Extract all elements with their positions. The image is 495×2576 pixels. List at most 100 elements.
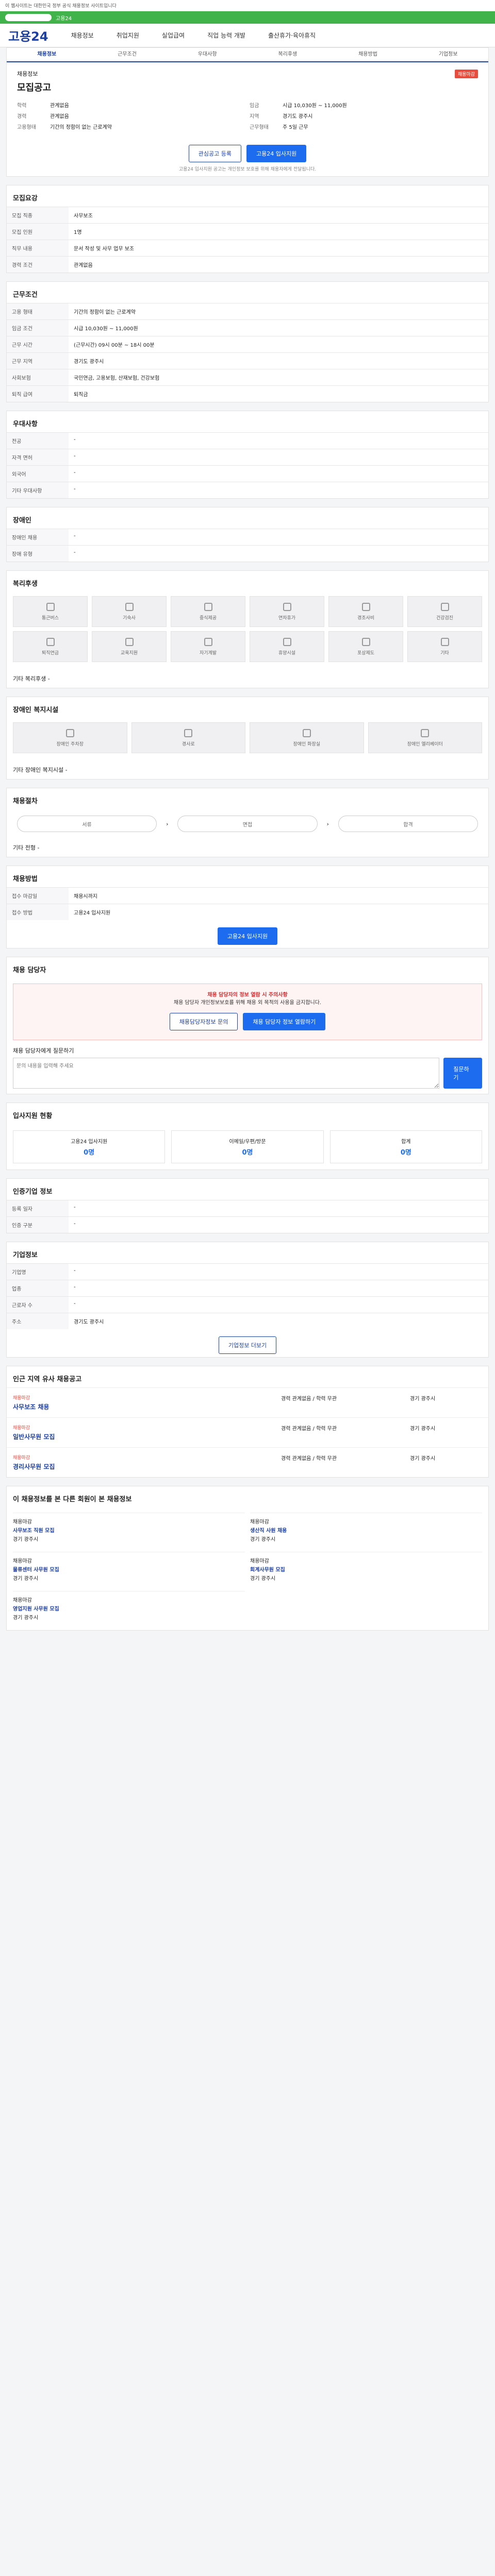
welfare-icon bbox=[204, 637, 212, 646]
question-submit-button[interactable]: 질문하기 bbox=[443, 1058, 482, 1089]
job-title[interactable]: 일반사무원 모집 bbox=[13, 1432, 276, 1441]
welfare-item: 교육지원 bbox=[92, 631, 167, 662]
banner-text: 고용24 bbox=[56, 15, 72, 22]
row-label: 업종 bbox=[7, 1280, 69, 1297]
welfare-label: 연차휴가 bbox=[278, 615, 296, 621]
tab-preference[interactable]: 우대사항 bbox=[167, 48, 248, 61]
recommend-item[interactable]: 채용마감 회계사무원 모집 경기 광주시 bbox=[250, 1552, 482, 1586]
summary-value: 관계없음 bbox=[50, 103, 69, 109]
job-location: 경기 광주시 bbox=[410, 1426, 436, 1432]
row-label: 모집 인원 bbox=[7, 223, 69, 240]
welfare-item: 기숙사 bbox=[92, 596, 167, 627]
interest-button[interactable]: 관심공고 등록 bbox=[188, 145, 241, 162]
facility-note: 기타 장애인 복지시설 - bbox=[13, 767, 68, 773]
chevron-right-icon: › bbox=[326, 820, 329, 827]
section-title: 채용방법 bbox=[13, 875, 38, 883]
summary-value: 경기도 광주시 bbox=[283, 114, 313, 120]
recommend-title[interactable]: 물류센터 사무원 모집 bbox=[13, 1565, 245, 1573]
row-label: 근무 지역 bbox=[7, 352, 69, 369]
row-label: 모집 직종 bbox=[7, 207, 69, 224]
tab-welfare[interactable]: 복리후생 bbox=[248, 48, 328, 61]
welfare-item: 기타 bbox=[407, 631, 482, 662]
summary-value: 주 5일 근무 bbox=[283, 125, 308, 130]
table-row: 퇴직 급여 퇴직금 bbox=[7, 385, 488, 402]
disability-section: 장애인 장애인 채용 - 장애 유형 - bbox=[6, 507, 489, 562]
row-value: - bbox=[69, 1216, 488, 1233]
info-section: 인증기업 정보 등록 일자 - 인증 구분 - bbox=[6, 1178, 489, 1233]
tab-recruit[interactable]: 채용정보 bbox=[7, 48, 87, 61]
recommend-item[interactable]: 채용마감 영업지원 사무원 모집 경기 광주시 bbox=[13, 1591, 245, 1625]
process-steps: 서류 › 면접 › 합격 bbox=[7, 809, 488, 838]
stat-box: 고용24 입사지원 0명 bbox=[13, 1130, 166, 1163]
section-title: 입사지원 현황 bbox=[13, 1112, 53, 1120]
row-value: - bbox=[69, 1296, 488, 1313]
table-row: 장애 유형 - bbox=[7, 545, 488, 562]
nav-benefit[interactable]: 실업급여 bbox=[162, 31, 185, 40]
banner-bar: 고용24 bbox=[0, 11, 495, 24]
section-title: 복리후생 bbox=[13, 580, 38, 588]
welfare-icon bbox=[125, 637, 134, 646]
welfare-item: 통근버스 bbox=[13, 596, 88, 627]
tab-method[interactable]: 채용방법 bbox=[328, 48, 408, 61]
job-row[interactable]: 채용마감 일반사무원 모집 경력 관계없음 / 학력 무관 경기 광주시 bbox=[7, 1417, 488, 1447]
site-logo[interactable]: 고용24 bbox=[8, 26, 48, 44]
recommend-title[interactable]: 회계사무원 모집 bbox=[250, 1565, 482, 1573]
section-title: 인증기업 정보 bbox=[13, 1188, 53, 1196]
tab-conditions[interactable]: 근무조건 bbox=[87, 48, 168, 61]
job-row[interactable]: 채용마감 경리사무원 모집 경력 관계없음 / 학력 무관 경기 광주시 bbox=[7, 1447, 488, 1477]
welfare-item: 건강검진 bbox=[407, 596, 482, 627]
recommend-item[interactable]: 채용마감 사무보조 직원 모집 경기 광주시 bbox=[13, 1513, 245, 1547]
stat-box: 합계 0명 bbox=[329, 1130, 482, 1163]
nav-jobs[interactable]: 채용정보 bbox=[71, 31, 94, 40]
alert-text: 채용 담당자 개인정보보호를 위해 채용 외 목적의 사용을 금지합니다. bbox=[173, 1000, 322, 1006]
recommend-title[interactable]: 생산직 사원 채용 bbox=[250, 1526, 482, 1534]
welfare-icon bbox=[204, 602, 212, 611]
welfare-label: 자기계발 bbox=[199, 650, 217, 656]
row-value: - bbox=[69, 1263, 488, 1280]
recommend-title[interactable]: 사무보조 직원 모집 bbox=[13, 1526, 245, 1534]
recommend-title[interactable]: 영업지원 사무원 모집 bbox=[13, 1604, 245, 1612]
job-title[interactable]: 사무보조 채용 bbox=[13, 1402, 276, 1411]
job-location: 경기 광주시 bbox=[410, 1456, 436, 1462]
row-value: 시급 10,030원 ~ 11,000원 bbox=[69, 319, 488, 336]
row-label: 외국어 bbox=[7, 465, 69, 482]
welfare-item: 휴양시설 bbox=[250, 631, 324, 662]
process-note: 기타 전형 - bbox=[13, 844, 40, 851]
method-apply-button[interactable]: 고용24 입사지원 bbox=[217, 927, 278, 945]
recommend-sub: 경기 광주시 bbox=[13, 1615, 39, 1621]
company-more-button[interactable]: 기업정보 더보기 bbox=[218, 1336, 277, 1354]
job-title[interactable]: 경리사무원 모집 bbox=[13, 1462, 276, 1471]
table-row: 전공 - bbox=[7, 432, 488, 449]
welfare-label: 교육지원 bbox=[120, 650, 138, 656]
welfare-icon bbox=[302, 728, 311, 737]
question-input[interactable] bbox=[13, 1058, 440, 1089]
nav-training[interactable]: 직업 능력 개발 bbox=[207, 31, 245, 40]
nav-leave[interactable]: 출산휴가·육아휴직 bbox=[268, 31, 316, 40]
row-label: 등록 일자 bbox=[7, 1200, 69, 1217]
job-row[interactable]: 채용마감 사무보조 채용 경력 관계없음 / 학력 무관 경기 광주시 bbox=[7, 1387, 488, 1417]
row-label: 장애 유형 bbox=[7, 545, 69, 562]
recommend-item[interactable]: 채용마감 물류센터 사무원 모집 경기 광주시 bbox=[13, 1552, 245, 1586]
recommend-item[interactable]: 채용마감 생산직 사원 채용 경기 광주시 bbox=[250, 1513, 482, 1547]
row-label: 기업명 bbox=[7, 1263, 69, 1280]
tab-company[interactable]: 기업정보 bbox=[408, 48, 488, 61]
job-hero: 채용정보 채용마감 모집공고 학력 관계없음 임금 시급 10,030원 ~ 11,… bbox=[7, 62, 488, 138]
table-row: 인증 구분 - bbox=[7, 1216, 488, 1233]
contact-inquiry-button[interactable]: 채용담당자정보 문의 bbox=[169, 1013, 238, 1030]
welfare-label: 장애인 주차장 bbox=[56, 741, 84, 747]
contact-view-button[interactable]: 채용 담당자 정보 열람하기 bbox=[243, 1013, 326, 1030]
recommend-sub: 경기 광주시 bbox=[13, 1537, 39, 1543]
summary-value: 기간의 정함이 없는 근로계약 bbox=[50, 125, 112, 130]
row-label: 경력 조건 bbox=[7, 256, 69, 273]
recruit-section: 모집요강 모집 직종 사무보조 모집 인원 1명 직무 내용 문서 작성 및 사무 업… bbox=[6, 185, 489, 273]
apply-button[interactable]: 고용24 입사지원 bbox=[246, 145, 307, 162]
welfare-item: 장애인 주차장 bbox=[13, 722, 127, 753]
welfare-note: 기타 복리후생 - bbox=[13, 675, 50, 682]
row-label: 주소 bbox=[7, 1313, 69, 1329]
table-row: 임금 조건 시급 10,030원 ~ 11,000원 bbox=[7, 319, 488, 336]
conditions-section: 근무조건 고용 형태 기간의 정함이 없는 근로계약 임금 조건 시급 10,030… bbox=[6, 281, 489, 402]
recommend-tag: 채용마감 bbox=[250, 1558, 269, 1564]
row-label: 접수 마감일 bbox=[7, 887, 69, 904]
nav-support[interactable]: 취업지원 bbox=[117, 31, 139, 40]
row-label: 장애인 채용 bbox=[7, 529, 69, 546]
